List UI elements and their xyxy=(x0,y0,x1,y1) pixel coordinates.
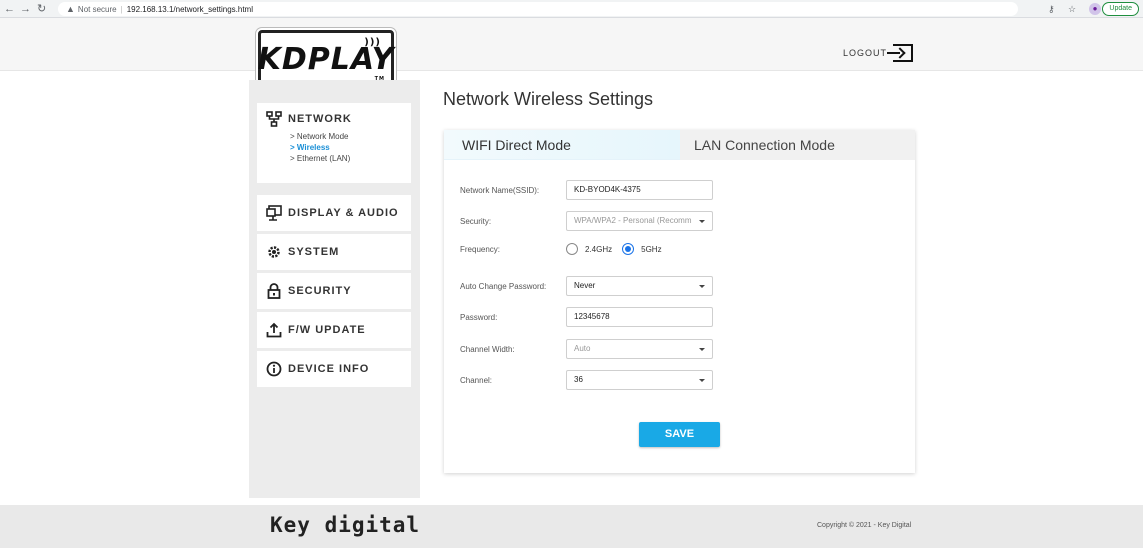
password-input[interactable]: 12345678 xyxy=(566,307,713,327)
page-header: KDPLAY ))) TM LOGOUT xyxy=(0,18,1143,88)
update-button[interactable]: Update xyxy=(1102,2,1139,16)
security-value: WPA/WPA2 - Personal (Recomm xyxy=(574,216,692,225)
sidebar-item-label: NETWORK xyxy=(288,113,352,125)
sidebar-item-fw-update[interactable]: F/W UPDATE xyxy=(257,312,411,348)
frequency-radio-2-4ghz[interactable] xyxy=(566,243,578,255)
sidebar-item-network[interactable]: NETWORK > Network Mode > Wireless > Ethe… xyxy=(257,103,411,183)
auto-change-value: Never xyxy=(574,281,596,290)
auto-change-select[interactable]: Never xyxy=(566,276,713,296)
page-footer: Key digital Copyright © 2021 - Key Digit… xyxy=(0,505,1143,548)
chevron-down-icon xyxy=(699,285,705,288)
logout-icon xyxy=(887,44,914,62)
forward-icon[interactable]: → xyxy=(20,2,31,16)
sidebar: NETWORK > Network Mode > Wireless > Ethe… xyxy=(249,80,420,498)
monitor-icon xyxy=(266,205,282,221)
frequency-label: Frequency: xyxy=(460,244,501,254)
ssid-input[interactable]: KD-BYOD4K-4375 xyxy=(566,180,713,200)
password-row: Password: 12345678 xyxy=(460,307,713,327)
sidebar-item-label: DISPLAY & AUDIO xyxy=(288,207,399,219)
key-digital-logo: Key digital xyxy=(270,513,421,537)
copyright-text: Copyright © 2021 - Key Digital xyxy=(817,522,912,529)
address-bar[interactable]: ▲ Not secure | 192.168.13.1/network_setting… xyxy=(58,2,1018,16)
channel-width-label: Channel Width: xyxy=(460,344,515,354)
chevron-down-icon xyxy=(699,220,705,223)
frequency-radio-5ghz[interactable] xyxy=(622,243,635,255)
sidebar-subitem-wireless[interactable]: > Wireless xyxy=(257,142,411,153)
sidebar-item-label: SYSTEM xyxy=(288,246,340,258)
gear-icon xyxy=(266,244,282,260)
frequency-option-label: 2.4GHz xyxy=(585,244,613,254)
sidebar-item-label: F/W UPDATE xyxy=(288,324,366,336)
channel-width-value: Auto xyxy=(574,344,591,353)
chevron-down-icon xyxy=(699,348,705,351)
ssid-row: Network Name(SSID): KD-BYOD4K-4375 xyxy=(460,180,713,200)
channel-width-select[interactable]: Auto xyxy=(566,339,713,359)
key-icon[interactable]: ⚷ xyxy=(1048,2,1055,16)
channel-value: 36 xyxy=(574,375,583,384)
sidebar-item-security[interactable]: SECURITY xyxy=(257,273,411,309)
sidebar-item-label: SECURITY xyxy=(288,285,352,297)
ssid-label: Network Name(SSID): xyxy=(460,185,540,195)
sidebar-item-device-info[interactable]: DEVICE INFO xyxy=(257,351,411,387)
tab-wifi-direct[interactable]: WIFI Direct Mode xyxy=(444,130,680,160)
security-label: Security: xyxy=(460,216,492,226)
logout-label: LOGOUT xyxy=(843,48,888,58)
channel-select[interactable]: 36 xyxy=(566,370,713,390)
sidebar-item-system[interactable]: SYSTEM xyxy=(257,234,411,270)
chevron-down-icon xyxy=(699,379,705,382)
auto-change-row: Auto Change Password: Never xyxy=(460,276,713,296)
channel-width-row: Channel Width: Auto xyxy=(460,339,713,359)
reload-icon[interactable]: ↻ xyxy=(37,2,46,16)
auto-change-label: Auto Change Password: xyxy=(460,281,547,291)
lock-icon xyxy=(266,283,282,299)
profile-icon[interactable]: ● xyxy=(1089,3,1101,15)
browser-toolbar: ← → ↻ ▲ Not secure | 192.168.13.1/network_s… xyxy=(0,0,1143,18)
warning-icon: ▲ xyxy=(66,4,75,14)
url-text: 192.168.13.1/network_settings.html xyxy=(126,5,253,14)
channel-label: Channel: xyxy=(460,375,493,385)
sidebar-subitem-network-mode[interactable]: > Network Mode xyxy=(257,131,411,142)
wifi-wave-icon: ))) xyxy=(364,37,381,48)
upload-icon xyxy=(266,322,282,338)
info-icon xyxy=(266,361,282,377)
page-title: Network Wireless Settings xyxy=(443,89,654,109)
tab-lan-connection[interactable]: LAN Connection Mode xyxy=(680,130,915,160)
sidebar-item-display-audio[interactable]: DISPLAY & AUDIO xyxy=(257,195,411,231)
security-status: Not secure xyxy=(77,5,117,14)
sidebar-subitem-ethernet[interactable]: > Ethernet (LAN) xyxy=(257,153,411,164)
network-icon xyxy=(266,111,282,127)
security-row: Security: WPA/WPA2 - Personal (Recomm xyxy=(460,211,713,231)
password-label: Password: xyxy=(460,312,498,322)
back-icon[interactable]: ← xyxy=(4,2,15,16)
security-select[interactable]: WPA/WPA2 - Personal (Recomm xyxy=(566,211,713,231)
save-button[interactable]: SAVE xyxy=(639,422,720,447)
channel-row: Channel: 36 xyxy=(460,370,713,390)
settings-card: WIFI Direct Mode LAN Connection Mode Net… xyxy=(444,130,915,473)
frequency-row: Frequency: 2.4GHz 5GHz xyxy=(460,243,672,255)
logout-button[interactable]: LOGOUT xyxy=(843,44,914,62)
frequency-option-label: 5GHz xyxy=(641,244,662,254)
sidebar-item-label: DEVICE INFO xyxy=(288,363,370,375)
star-icon[interactable]: ☆ xyxy=(1068,2,1076,16)
